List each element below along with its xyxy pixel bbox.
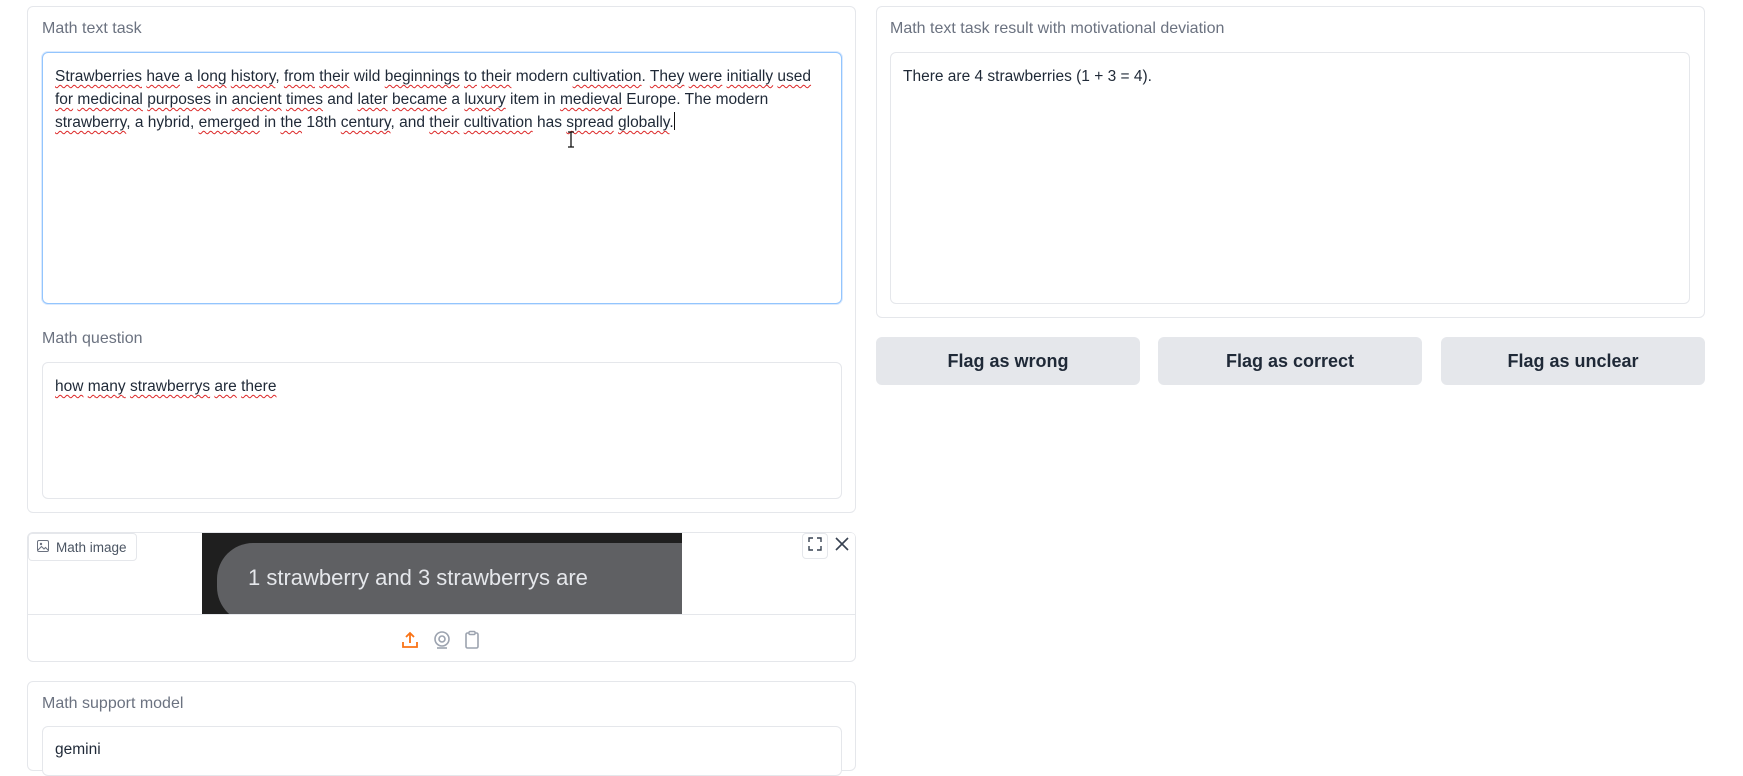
image-icon <box>37 539 49 555</box>
close-icon <box>835 536 849 556</box>
result-output[interactable]: There are 4 strawberries (1 + 3 = 4). <box>890 52 1690 304</box>
fullscreen-button[interactable] <box>802 533 828 559</box>
upload-button[interactable] <box>400 630 420 650</box>
math-support-model-input[interactable]: gemini <box>42 726 842 776</box>
webcam-button[interactable] <box>432 630 452 650</box>
math-text-task-input[interactable]: Strawberries have a long history, from t… <box>42 52 842 304</box>
flag-wrong-button[interactable]: Flag as wrong <box>876 337 1140 385</box>
math-image-tag: Math image <box>28 533 137 561</box>
math-question-input[interactable]: how many strawberrys are there <box>42 362 842 499</box>
result-value: There are 4 strawberries (1 + 3 = 4). <box>903 68 1152 85</box>
result-label: Math text task result with motivational … <box>890 20 1225 37</box>
math-support-model-label: Math support model <box>42 695 184 712</box>
image-toolbar-divider <box>28 614 855 615</box>
math-question-label: Math question <box>42 330 143 347</box>
flag-correct-button[interactable]: Flag as correct <box>1158 337 1422 385</box>
math-image-label: Math image <box>56 539 127 555</box>
clear-image-button[interactable] <box>829 533 855 559</box>
math-image-text: 1 strawberry and 3 strawberrys are <box>248 565 588 590</box>
math-image-preview: 1 strawberry and 3 strawberrys are <box>202 533 682 614</box>
flag-unclear-button[interactable]: Flag as unclear <box>1441 337 1705 385</box>
mouse-cursor-icon <box>566 131 576 148</box>
clipboard-icon <box>462 630 482 654</box>
math-text-task-label: Math text task <box>42 20 142 37</box>
clipboard-button[interactable] <box>462 630 482 650</box>
webcam-icon <box>432 631 452 654</box>
upload-icon <box>400 631 420 654</box>
fullscreen-icon <box>808 536 822 556</box>
text-cursor <box>673 112 675 130</box>
